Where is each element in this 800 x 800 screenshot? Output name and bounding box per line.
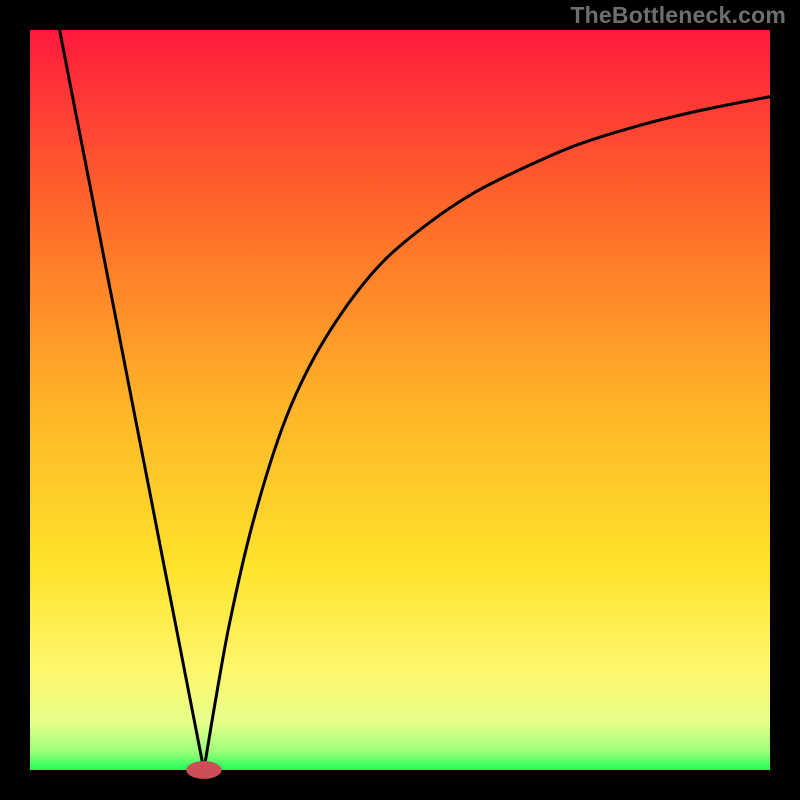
bottleneck-chart [0,0,800,800]
plot-background [30,30,770,770]
chart-container: { "watermark": "TheBottleneck.com", "cha… [0,0,800,800]
min-marker [186,761,222,779]
watermark: TheBottleneck.com [570,2,786,29]
